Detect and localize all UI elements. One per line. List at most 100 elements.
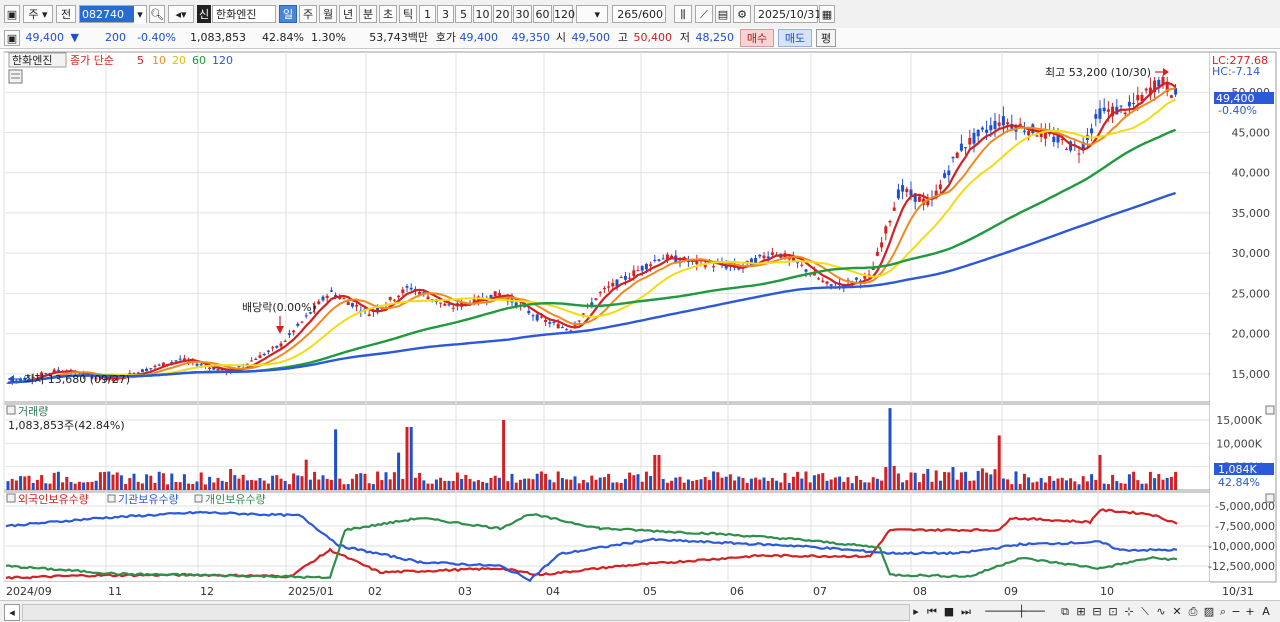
wave-tool-icon[interactable]: ∿ [1154,604,1168,619]
search-icon[interactable]: 🔍︎ [149,5,165,23]
x-tick-label: 06 [730,585,744,598]
tab-period-year[interactable]: 년 [339,5,357,23]
panel-toggle-icon[interactable]: ▣ [4,30,20,46]
zoom-out-icon[interactable]: − [1230,604,1242,619]
volume-bar [254,480,258,490]
tab-period-week[interactable]: 주 [299,5,317,23]
prev-button[interactable]: 전 [56,5,76,23]
candle-body [972,132,976,144]
volume-bar [283,480,287,490]
volume-bar [833,477,837,490]
stock-code-input[interactable]: 082740 ▾ [79,5,147,24]
interval-10[interactable]: 10 [473,5,492,23]
candle-body [959,143,963,151]
volume-bar [166,484,170,490]
volume-bar [586,482,590,490]
calendar-icon[interactable]: ▦ [819,5,835,23]
zoom-slider[interactable]: ─────┼─── [980,604,1050,619]
period-dropdown[interactable]: 주 ▾ [23,5,53,23]
price-panel[interactable] [3,51,1211,403]
crosshair-icon[interactable]: ⊹ [1122,604,1136,619]
gear-icon[interactable]: ⚙ [733,5,751,23]
tab-period-tick[interactable]: 틱 [399,5,417,23]
zoom-search-icon[interactable]: ⌕ [1216,604,1230,619]
volume-bar [497,477,501,490]
zoom-in-icon[interactable]: + [1244,604,1256,619]
interval-3[interactable]: 3 [437,5,454,23]
volume-panel-toggle-icon[interactable] [6,405,16,415]
candle-body [1169,95,1173,98]
window-menu-icon[interactable]: ▣ [4,5,20,23]
candle-body [980,127,984,130]
tab-period-month[interactable]: 월 [319,5,337,23]
print-icon[interactable]: ⎙ [1186,604,1200,619]
interval-120[interactable]: 120 [553,5,575,23]
font-size-icon[interactable]: A [1258,604,1274,619]
chart-copy-icon[interactable]: ⧉ [1058,604,1072,619]
sell-button[interactable]: 매도 [778,29,812,47]
save-icon[interactable]: ▤ [715,5,731,23]
volume-bar [674,477,678,490]
volume-bar [510,473,514,490]
volume-bar [716,472,720,490]
ma-legend-prefix: 종가 단순 [70,54,114,67]
holdings-toggle-icon[interactable] [6,493,16,503]
tab-period-second[interactable]: 초 [379,5,397,23]
interval-1[interactable]: 1 [419,5,436,23]
interval-20[interactable]: 20 [493,5,512,23]
candle-body [56,369,60,371]
volume-bar [989,474,993,490]
candle-body [531,315,535,317]
image-icon[interactable]: ▨ [1202,604,1216,619]
stock-name-field[interactable]: 한화엔진 [212,5,276,23]
trend-tool-icon[interactable]: ⟋ [695,5,713,23]
table-toggle-icon[interactable] [8,69,23,84]
candle-body [266,350,270,352]
chart-split-icon[interactable]: ⊞ [1074,604,1088,619]
price-tick-label: 40,000 [1232,167,1271,180]
volume-panel-close-icon[interactable] [1265,405,1275,415]
chart-area[interactable]: 50,00045,00040,00035,00030,00025,00020,0… [0,48,1280,600]
interval-5[interactable]: 5 [455,5,472,23]
chart-table-icon[interactable]: ⊡ [1106,604,1120,619]
tab-period-day[interactable]: 일 [279,5,297,23]
candle-body [1064,148,1068,150]
candle-body [178,358,182,360]
eval-button[interactable]: 평 [816,29,836,47]
stop-icon[interactable]: ■ [942,604,956,619]
cross-tool-icon[interactable]: ✕ [1170,604,1184,619]
x-tick-label: 09 [1004,585,1018,598]
candle-body [292,330,296,333]
chart-grid-icon[interactable]: ⊟ [1090,604,1104,619]
buy-button[interactable]: 매수 [740,29,774,47]
volume-bar [481,481,485,490]
candle-type-icon[interactable]: ⫼ [674,5,692,23]
scroll-track[interactable] [22,604,910,621]
fast-forward-icon[interactable]: ⏭ [959,604,973,619]
candle-body [1102,107,1106,112]
interval-60[interactable]: 60 [533,5,552,23]
open-price: 49,500 [571,31,611,44]
volume-bar [1153,478,1157,490]
volume-bar [363,473,367,490]
volume-bar [153,482,157,490]
speaker-icon[interactable]: ◂▾ [168,5,194,23]
volume-bar [1102,483,1106,490]
volume-bar [1115,481,1119,490]
date-field[interactable]: 2025/10/31 [754,5,821,23]
interval-30[interactable]: 30 [513,5,532,23]
stock-chart-svg[interactable]: 50,00045,00040,00035,00030,00025,00020,0… [0,48,1280,600]
volume-bar [1069,478,1073,490]
holdings-panel-close-icon[interactable] [1265,493,1275,503]
line-tool-icon[interactable]: ⟍ [1138,604,1152,619]
volume-bar [703,476,707,490]
scroll-left-icon[interactable]: ◂ [4,604,20,621]
volume-bar [766,480,770,490]
rewind-icon[interactable]: ⏮ [925,604,939,619]
tab-period-minute[interactable]: 분 [359,5,377,23]
interval-custom-dropdown[interactable]: ▾ [576,5,608,23]
scroll-right-icon[interactable]: ▸ [910,604,922,619]
range-input[interactable]: 265/600 [612,5,666,23]
volume-bar [434,479,438,490]
volume-bar [405,427,409,490]
